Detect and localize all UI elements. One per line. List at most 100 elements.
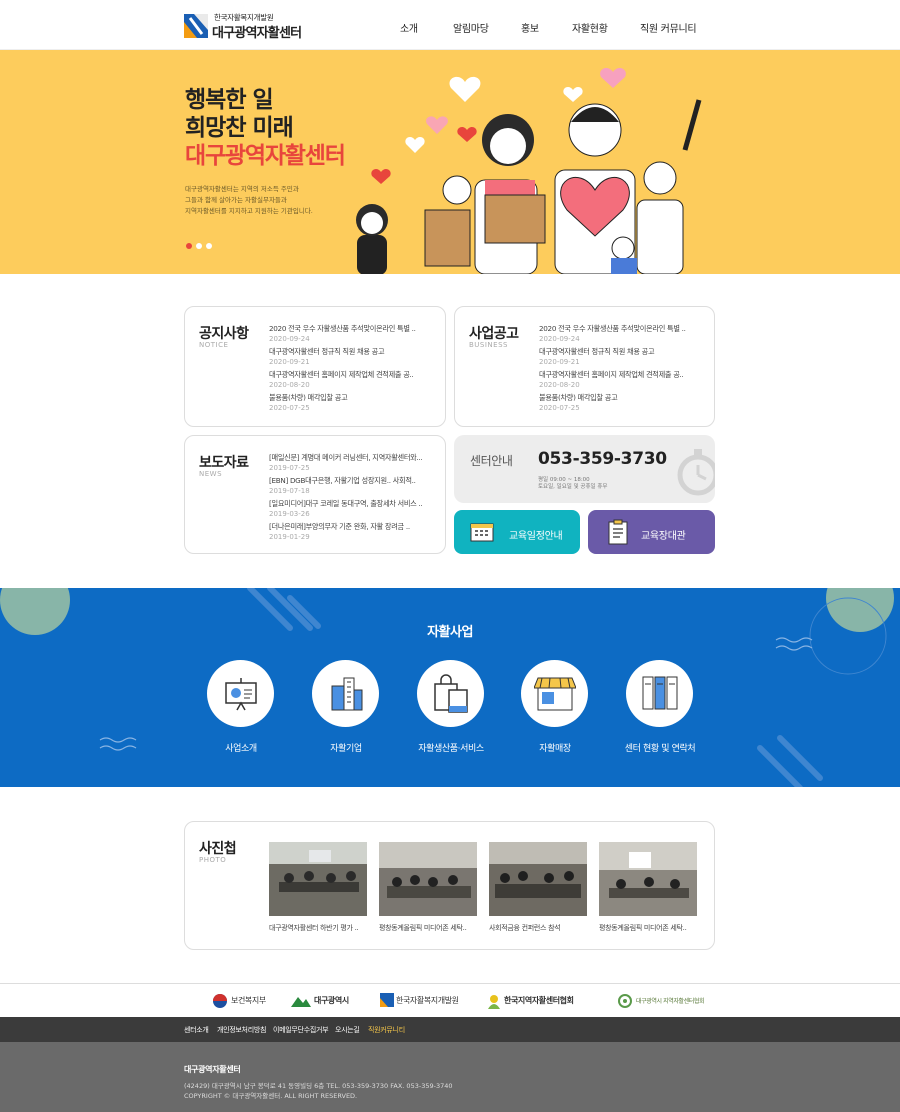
- list-item-date: 2020-09-24: [269, 335, 310, 343]
- center-info-title: 센터안내: [470, 454, 513, 468]
- clock-icon: [677, 449, 715, 496]
- business-list: 2020 전국 우수 자활생산품 추석맞이온라인 특별 .. 2020-09-24…: [539, 324, 709, 416]
- hero-banner: 행복한 일 희망찬 미래 대구광역자활센터 대구광역자활센터는 지역의 저소득 …: [0, 50, 900, 274]
- logo-title: 대구광역자활센터: [212, 26, 302, 41]
- photo-gallery: 사진첩 PHOTO 대구광역자활센터 하반기 평가 .. 평창동계올림픽 미디어…: [184, 821, 715, 950]
- program-store-button[interactable]: [521, 660, 588, 727]
- programs-title: 자활사업: [427, 625, 473, 640]
- list-item[interactable]: 불용품(차량) 매각입찰 공고 2020-07-25: [269, 393, 439, 416]
- meeting-photo-image: [599, 842, 697, 916]
- list-item-title[interactable]: [매일신문] 계명대 메이커 러닝센터, 지역자활센터와...: [269, 453, 439, 463]
- program-center-status-button[interactable]: [626, 660, 693, 727]
- partner-ministry[interactable]: 보건복지부: [231, 995, 266, 1006]
- footer-copyright: COPYRIGHT © 대구광역자활센터. ALL RIGHT RESERVED…: [184, 1092, 358, 1100]
- photo-thumbnail[interactable]: [599, 842, 697, 916]
- photo-thumbnail[interactable]: [269, 842, 367, 916]
- nav-staff-community[interactable]: 직원 커뮤니티: [640, 20, 697, 35]
- footer-link-about[interactable]: 센터소개: [184, 1025, 209, 1035]
- news-list: [매일신문] 계명대 메이커 러닝센터, 지역자활센터와... 2019-07-2…: [269, 453, 439, 545]
- daegu-logo-icon: [291, 997, 311, 1007]
- programs-section: 자활사업 사업소개 자활기업 자활생산품·서비스 자활매장 센터 현황 및 연락…: [0, 588, 900, 787]
- education-schedule-button[interactable]: 교육일정안내: [454, 510, 580, 554]
- list-item-date: 2020-07-25: [269, 404, 310, 412]
- list-item-title[interactable]: 불용품(차량) 매각입찰 공고: [269, 393, 439, 403]
- notice-subtitle: NOTICE: [199, 341, 229, 349]
- center-phone[interactable]: 053-359-3730: [538, 449, 667, 469]
- footer-link-directions[interactable]: 오시는길: [335, 1025, 360, 1035]
- notice-title[interactable]: 공지사항: [199, 323, 249, 343]
- list-item-title[interactable]: 불용품(차량) 매각입찰 공고: [539, 393, 709, 403]
- list-item-title[interactable]: 대구광역자활센터 홈페이지 제작업체 견적제출 공..: [269, 370, 439, 380]
- partner-daegu[interactable]: 대구광역시: [314, 995, 349, 1006]
- list-item[interactable]: 대구광역자활센터 홈페이지 제작업체 견적제출 공.. 2020-08-20: [539, 370, 709, 393]
- daegu-association-logo-icon: [618, 994, 632, 1008]
- slide-dot-3[interactable]: [206, 243, 212, 249]
- slide-dot-1[interactable]: [186, 243, 192, 249]
- list-item[interactable]: [일요미디어]대구 코레일 동대구역, 출장세차 서비스 .. 2019-03-2…: [269, 499, 439, 522]
- hero-description: 대구광역자활센터는 지역의 저소득 주민과 그들과 함께 살아가는 자활실무자들…: [185, 184, 345, 217]
- photo-caption[interactable]: 사회적금융 컨퍼런스 참석: [489, 923, 589, 933]
- list-item[interactable]: [매일신문] 계명대 메이커 러닝센터, 지역자활센터와... 2019-07-2…: [269, 453, 439, 476]
- list-item[interactable]: 대구광역자활센터 정규직 직원 채용 공고 2020-09-21: [539, 347, 709, 370]
- nav-notice[interactable]: 알림마당: [453, 20, 489, 35]
- photo-caption[interactable]: 대구광역자활센터 하반기 평가 ..: [269, 923, 369, 933]
- program-products-button[interactable]: [417, 660, 484, 727]
- list-item-title[interactable]: [EBN] DGB대구은행, 자활기업 성장지원.. 사회적..: [269, 476, 439, 486]
- association-logo-icon: [488, 995, 500, 1009]
- partner-kdis[interactable]: 한국자활복지개발원: [396, 995, 459, 1006]
- partner-daegu-association[interactable]: 대구광역시 지역자활센터협회: [636, 996, 704, 1005]
- list-item[interactable]: 불용품(차량) 매각입찰 공고 2020-07-25: [539, 393, 709, 416]
- partner-logos: 보건복지부 대구광역시 한국자활복지개발원 한국지역자활센터협회 대구광역시 지…: [0, 983, 900, 1017]
- facility-rental-button[interactable]: 교육장대관: [588, 510, 715, 554]
- list-item-title[interactable]: [일요미디어]대구 코레일 동대구역, 출장세차 서비스 ..: [269, 499, 439, 509]
- list-item[interactable]: 대구광역자활센터 홈페이지 제작업체 견적제출 공.. 2020-08-20: [269, 370, 439, 393]
- list-item-title[interactable]: 2020 전국 우수 자활생산품 추석맞이온라인 특별 ..: [269, 324, 439, 334]
- list-item-title[interactable]: [더나은미래]부양의무자 기준 완화, 자활 장려금 ..: [269, 522, 439, 532]
- list-item[interactable]: 2020 전국 우수 자활생산품 추석맞이온라인 특별 .. 2020-09-24: [269, 324, 439, 347]
- business-title[interactable]: 사업공고: [469, 323, 519, 343]
- kdis-logo-icon: [380, 993, 394, 1007]
- list-item[interactable]: [EBN] DGB대구은행, 자활기업 성장지원.. 사회적.. 2019-07-…: [269, 476, 439, 499]
- notice-list: 2020 전국 우수 자활생산품 추석맞이온라인 특별 .. 2020-09-24…: [269, 324, 439, 416]
- list-item-date: 2020-08-20: [539, 381, 580, 389]
- list-item-title[interactable]: 대구광역자활센터 정규직 직원 채용 공고: [539, 347, 709, 357]
- photo-thumbnail[interactable]: [489, 842, 587, 916]
- footer-link-privacy[interactable]: 개인정보처리방침: [217, 1025, 266, 1035]
- footer-link-email-policy[interactable]: 이메일무단수집거부: [273, 1025, 329, 1035]
- list-item[interactable]: 대구광역자활센터 정규직 직원 채용 공고 2020-09-21: [269, 347, 439, 370]
- center-info: 센터안내 053-359-3730 평일 09:00 ~ 18:00 토요일, …: [454, 435, 715, 503]
- list-item-date: 2019-07-18: [269, 487, 310, 495]
- business-box: 사업공고 BUSINESS 2020 전국 우수 자활생산품 추석맞이온라인 특…: [454, 306, 715, 427]
- photo-thumbnail[interactable]: [379, 842, 477, 916]
- footer-link-staff-community[interactable]: 직원커뮤니티: [368, 1025, 405, 1035]
- list-item-title[interactable]: 2020 전국 우수 자활생산품 추석맞이온라인 특별 ..: [539, 324, 709, 334]
- partner-association[interactable]: 한국지역자활센터협회: [504, 995, 574, 1006]
- facility-rental-label: 교육장대관: [641, 531, 686, 542]
- news-subtitle: NEWS: [199, 470, 223, 478]
- nav-pr[interactable]: 홍보: [521, 20, 539, 35]
- photo-subtitle: PHOTO: [199, 856, 227, 864]
- nav-status[interactable]: 자활현황: [572, 20, 608, 35]
- photo-caption[interactable]: 평창동계올림픽 미디어존 세탁..: [379, 923, 479, 933]
- news-title[interactable]: 보도자료: [199, 452, 249, 472]
- program-intro-button[interactable]: [207, 660, 274, 727]
- education-schedule-label: 교육일정안내: [509, 531, 563, 542]
- program-label[interactable]: 센터 현황 및 연락처: [590, 741, 730, 754]
- business-subtitle: BUSINESS: [469, 341, 508, 349]
- list-item-title[interactable]: 대구광역자활센터 정규직 직원 채용 공고: [269, 347, 439, 357]
- storefront-icon: [534, 677, 576, 711]
- list-item-date: 2020-09-21: [269, 358, 310, 366]
- photo-caption[interactable]: 평창동계올림픽 미디어존 세탁..: [599, 923, 699, 933]
- nav-about[interactable]: 소개: [400, 20, 418, 35]
- list-item-date: 2019-03-26: [269, 510, 310, 518]
- list-item[interactable]: [더나은미래]부양의무자 기준 완화, 자활 장려금 .. 2019-01-29: [269, 522, 439, 545]
- footer-nav: 센터소개 개인정보처리방침 이메일무단수집거부 오시는길 직원커뮤니티: [0, 1017, 900, 1042]
- list-item[interactable]: 2020 전국 우수 자활생산품 추석맞이온라인 특별 .. 2020-09-24: [539, 324, 709, 347]
- meeting-photo-image: [489, 842, 587, 916]
- slide-dot-2[interactable]: [196, 243, 202, 249]
- program-enterprise-button[interactable]: [312, 660, 379, 727]
- list-item-title[interactable]: 대구광역자활센터 홈페이지 제작업체 견적제출 공..: [539, 370, 709, 380]
- list-item-date: 2019-01-29: [269, 533, 310, 541]
- site-logo[interactable]: 한국자활복지개발원 대구광역자활센터: [184, 12, 304, 41]
- photo-title[interactable]: 사진첩: [199, 838, 237, 858]
